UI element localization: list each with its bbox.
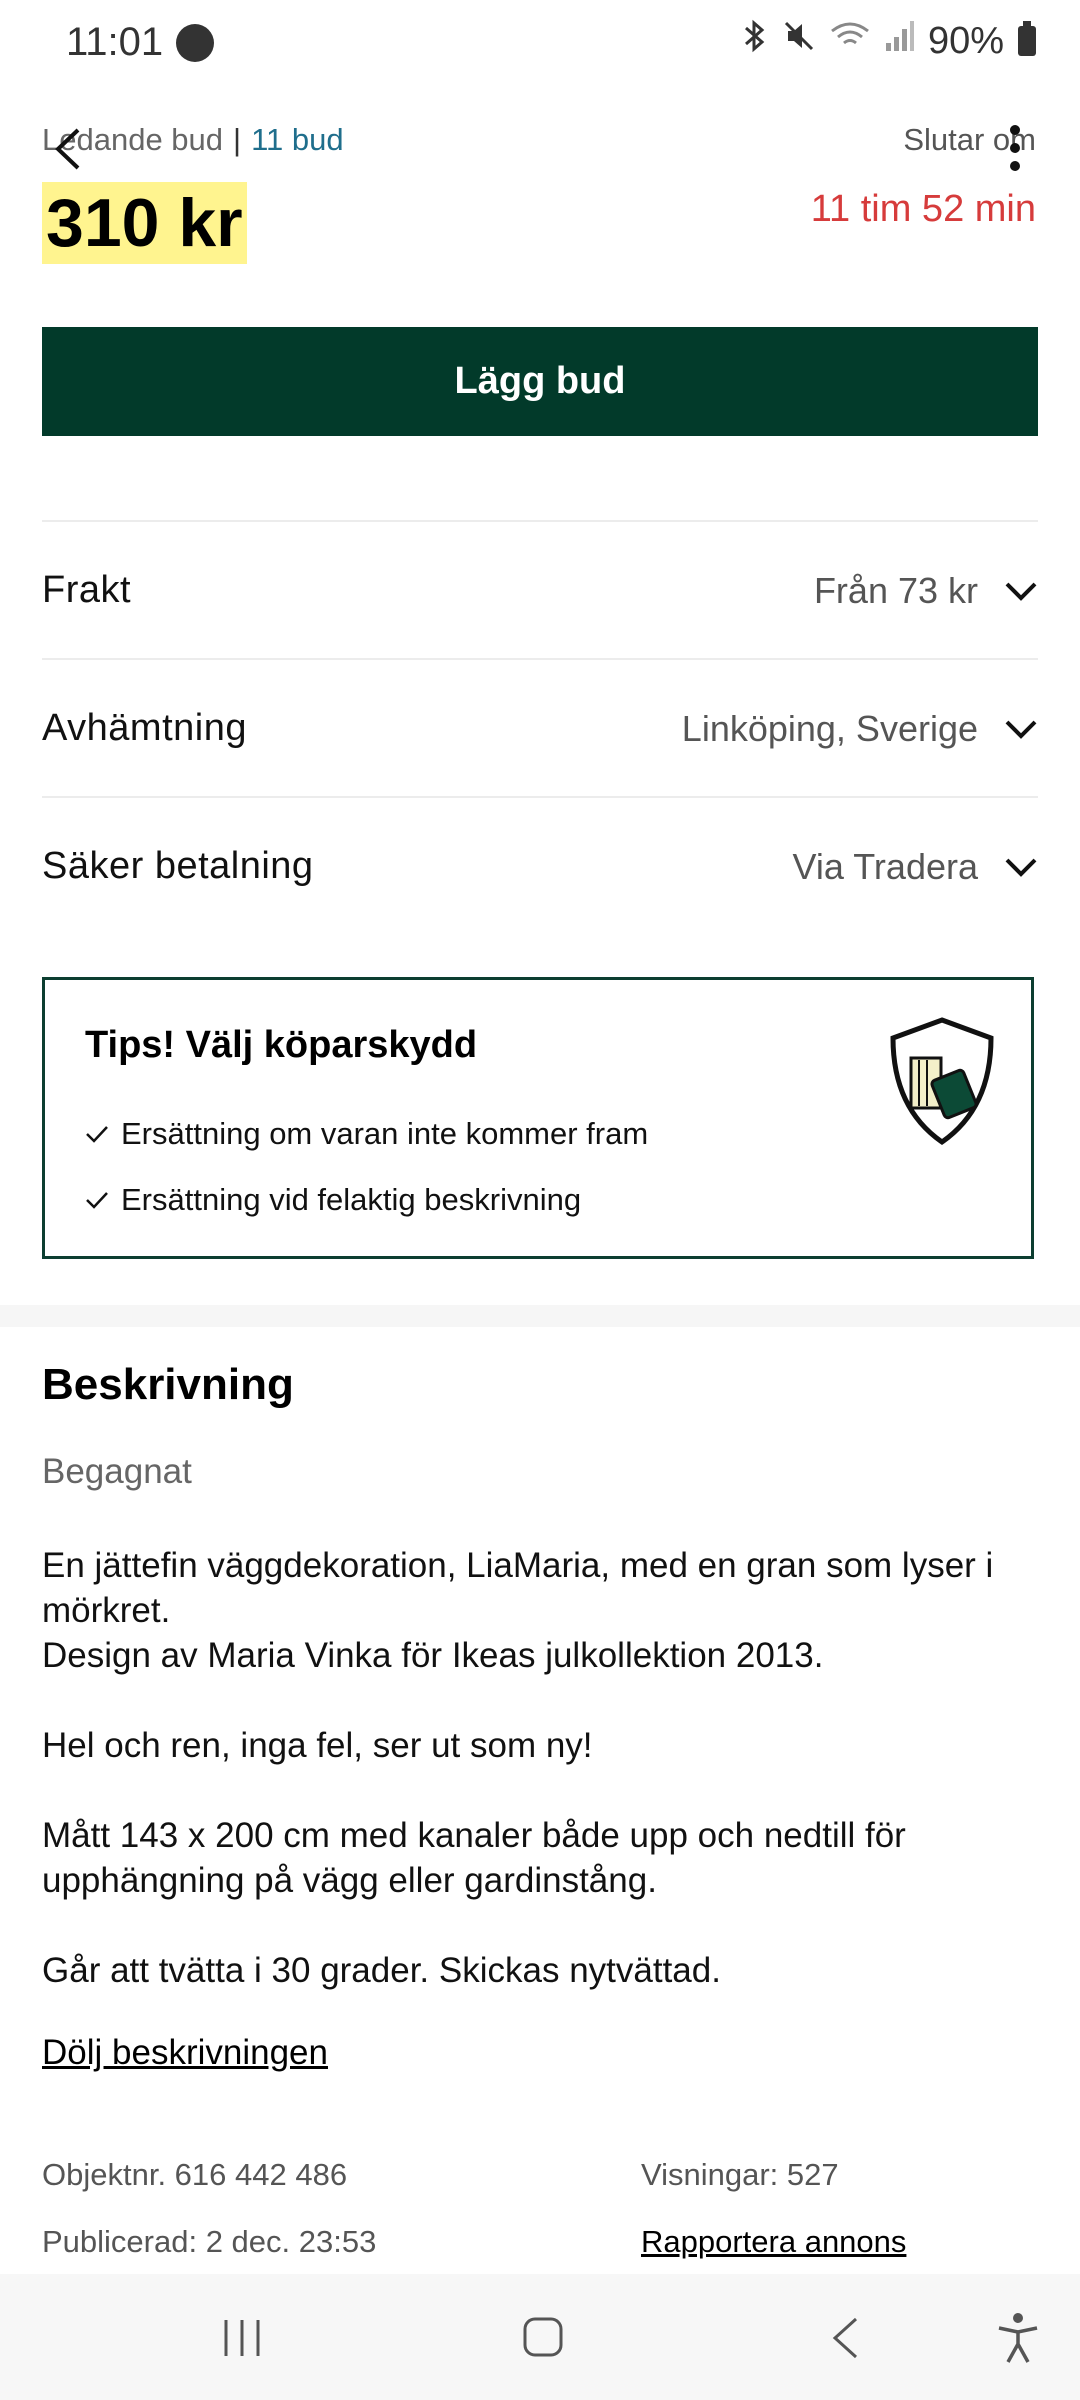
tip-title: Tips! Välj köparskydd bbox=[85, 1024, 478, 1066]
accessibility-icon[interactable] bbox=[996, 2312, 1040, 2364]
home-icon[interactable] bbox=[522, 2316, 564, 2358]
system-back-icon[interactable] bbox=[830, 2316, 860, 2360]
recent-apps-icon[interactable] bbox=[222, 2318, 262, 2358]
battery-percent: 90% bbox=[927, 19, 1004, 62]
pickup-label: Avhämtning bbox=[42, 707, 247, 749]
view-count: Visningar: 527 bbox=[641, 2157, 839, 2192]
section-divider bbox=[0, 1305, 1080, 1327]
tip-item-text: Ersättning vid felaktig beskrivning bbox=[121, 1182, 582, 1217]
signal-icon bbox=[884, 19, 914, 63]
secure-payment-row[interactable]: Säker betalning Via Tradera bbox=[42, 796, 1038, 935]
shipping-row[interactable]: Frakt Från 73 kr bbox=[42, 520, 1038, 659]
time-left: 11 tim 52 min bbox=[810, 188, 1036, 230]
chevron-down-icon bbox=[1005, 720, 1037, 739]
more-options-icon[interactable] bbox=[1000, 120, 1030, 180]
leading-bid-price: 310 kr bbox=[42, 182, 247, 264]
mute-icon bbox=[782, 19, 816, 63]
call-active-icon bbox=[176, 24, 214, 62]
shield-icon bbox=[890, 1017, 994, 1146]
pickup-value: Linköping, Sverige bbox=[681, 707, 978, 749]
bluetooth-icon bbox=[742, 18, 768, 64]
tip-item: Ersättning om varan inte kommer fram bbox=[85, 1116, 648, 1152]
chevron-down-icon bbox=[1005, 582, 1037, 601]
tip-item-text: Ersättning om varan inte kommer fram bbox=[121, 1116, 649, 1151]
chevron-down-icon bbox=[1005, 858, 1037, 877]
buyer-protection-tip[interactable]: Tips! Välj köparskydd Ersättning om vara… bbox=[42, 977, 1034, 1259]
bids-count-link[interactable]: 11 bud bbox=[251, 122, 344, 157]
description-text: En jättefin väggdekoration, LiaMaria, me… bbox=[42, 1546, 994, 1990]
check-icon bbox=[86, 1192, 108, 1209]
description-heading: Beskrivning bbox=[42, 1360, 294, 1409]
report-listing-link[interactable]: Rapportera annons bbox=[641, 2224, 906, 2260]
check-icon bbox=[86, 1126, 108, 1143]
shipping-value: Från 73 kr bbox=[813, 569, 978, 611]
shipping-label: Frakt bbox=[42, 569, 132, 611]
pickup-row[interactable]: Avhämtning Linköping, Sverige bbox=[42, 658, 1038, 797]
published-date: Publicerad: 2 dec. 23:53 bbox=[42, 2224, 377, 2259]
battery-icon bbox=[1018, 21, 1036, 56]
wifi-icon bbox=[830, 19, 870, 63]
back-arrow-icon[interactable] bbox=[48, 124, 88, 174]
status-icons: 90% bbox=[742, 18, 1036, 64]
secure-payment-label: Säker betalning bbox=[42, 845, 314, 887]
status-time: 11:01 bbox=[66, 20, 164, 64]
object-number: Objektnr. 616 442 486 bbox=[42, 2157, 348, 2192]
place-bid-button[interactable]: Lägg bud bbox=[42, 327, 1038, 436]
secure-payment-value: Via Tradera bbox=[792, 845, 978, 887]
item-condition: Begagnat bbox=[42, 1452, 192, 1491]
tip-item: Ersättning vid felaktig beskrivning bbox=[85, 1182, 581, 1218]
hide-description-link[interactable]: Dölj beskrivningen bbox=[42, 2033, 328, 2073]
